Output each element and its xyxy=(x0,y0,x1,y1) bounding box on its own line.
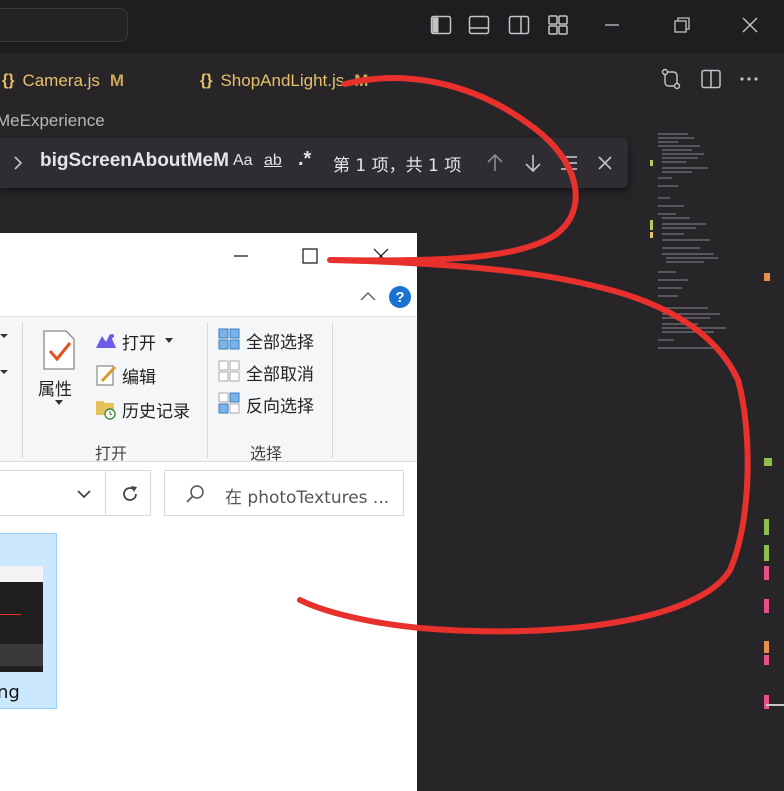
file-name: ng xyxy=(0,682,20,703)
find-in-selection-icon[interactable] xyxy=(557,151,581,175)
editor-tab-bar: {} Camera.js M {} ShopAndLight.js M xyxy=(0,53,784,109)
use-regex-toggle[interactable]: .* xyxy=(298,148,311,174)
dropdown-arrow-icon[interactable] xyxy=(0,367,10,377)
invert-selection-icon xyxy=(218,392,240,414)
match-count: 第 1 项，共 1 项 xyxy=(333,156,462,176)
screen: {} Camera.js M {} ShopAndLight.js M MeEx… xyxy=(0,0,784,791)
properties-button[interactable]: 属性 xyxy=(36,325,84,415)
svg-text:?: ? xyxy=(395,289,404,306)
select-none-icon xyxy=(218,360,240,382)
edit-icon xyxy=(96,365,117,386)
chevron-down-icon[interactable] xyxy=(75,485,93,503)
ribbon-divider xyxy=(332,322,333,458)
vscode-titlebar xyxy=(0,0,784,53)
invert-selection-label: 反向选择 xyxy=(246,397,314,417)
close-window-icon[interactable] xyxy=(368,243,394,269)
chevron-right-icon[interactable] xyxy=(8,152,28,174)
invert-selection-button[interactable]: 反向选择 xyxy=(218,391,328,417)
file-thumbnail xyxy=(0,566,43,672)
edit-button[interactable]: 编辑 xyxy=(94,361,184,389)
thumbnail-header xyxy=(0,566,43,582)
modified-badge: M xyxy=(354,71,369,90)
thumbnail-line xyxy=(0,614,21,615)
history-button[interactable]: 历史记录 xyxy=(94,395,204,423)
ribbon-group-open-label: 打开 xyxy=(95,444,128,463)
refresh-icon[interactable] xyxy=(119,483,141,505)
breadcrumb[interactable]: MeExperience xyxy=(0,111,105,131)
address-bar[interactable] xyxy=(0,470,151,516)
toggle-panel-icon[interactable] xyxy=(468,14,490,36)
file-explorer-window: ? 属性 打开 编辑 历史记录 打开 全部选择 全部取消 反向选择 选择 在 p… xyxy=(0,233,417,791)
tab-shopandlight-js[interactable]: {} ShopAndLight.js M xyxy=(200,69,368,93)
ribbon-divider xyxy=(22,322,23,458)
edit-label: 编辑 xyxy=(122,368,156,388)
minimize-icon[interactable] xyxy=(600,13,624,37)
properties-check-icon xyxy=(43,330,75,370)
select-all-icon xyxy=(218,328,240,350)
search-placeholder: 在 photoTextures ... xyxy=(225,488,390,508)
history-icon xyxy=(96,401,116,420)
command-center[interactable] xyxy=(0,8,128,42)
js-file-icon: {} xyxy=(2,72,15,89)
open-button[interactable]: 打开 xyxy=(94,327,184,355)
search-icon xyxy=(186,485,204,503)
restore-icon[interactable] xyxy=(670,13,694,37)
collapse-ribbon-icon[interactable] xyxy=(356,285,380,309)
help-icon[interactable]: ? xyxy=(388,285,412,309)
modified-badge: M xyxy=(109,71,125,90)
split-editor-icon[interactable] xyxy=(700,68,722,90)
more-actions-icon[interactable] xyxy=(738,68,760,90)
select-all-label: 全部选择 xyxy=(246,333,314,353)
select-all-button[interactable]: 全部选择 xyxy=(218,327,328,353)
arrow-up-icon[interactable] xyxy=(483,151,507,175)
open-changes-icon[interactable] xyxy=(660,68,682,90)
explorer-titlebar xyxy=(0,233,417,283)
close-window-icon[interactable] xyxy=(738,13,762,37)
close-find-icon[interactable] xyxy=(593,151,617,175)
ribbon-group-select-label: 选择 xyxy=(250,444,283,463)
find-widget: bigScreenAboutMeMe Aa ab .* 第 1 项，共 1 项 xyxy=(0,138,628,188)
address-divider xyxy=(105,471,106,515)
history-label: 历史记录 xyxy=(122,402,190,422)
toggle-primary-sidebar-icon[interactable] xyxy=(430,14,452,36)
tab-camera-js[interactable]: {} Camera.js M xyxy=(2,69,124,93)
select-none-label: 全部取消 xyxy=(246,365,314,385)
match-case-toggle[interactable]: Aa xyxy=(233,152,253,178)
file-item[interactable]: ng xyxy=(0,533,57,709)
arrow-down-icon[interactable] xyxy=(521,151,545,175)
js-file-icon: {} xyxy=(200,72,213,89)
select-none-button[interactable]: 全部取消 xyxy=(218,359,328,385)
dropdown-arrow-icon xyxy=(55,400,63,405)
properties-label: 属性 xyxy=(38,380,72,400)
dropdown-arrow-icon xyxy=(165,338,173,343)
tab-label: Camera.js xyxy=(22,71,100,90)
minimize-icon[interactable] xyxy=(228,243,254,269)
toggle-secondary-sidebar-icon[interactable] xyxy=(508,14,530,36)
maximize-icon[interactable] xyxy=(297,243,323,269)
tab-label: ShopAndLight.js xyxy=(220,71,345,90)
find-input[interactable]: bigScreenAboutMeMe xyxy=(40,150,228,176)
ribbon-divider xyxy=(207,322,208,458)
open-with-icon xyxy=(96,334,116,348)
search-box[interactable]: 在 photoTextures ... xyxy=(164,470,404,516)
thumbnail-footer xyxy=(0,644,43,666)
open-label: 打开 xyxy=(122,334,156,354)
match-whole-word-toggle[interactable]: ab xyxy=(264,152,282,178)
ribbon: 属性 打开 编辑 历史记录 打开 全部选择 全部取消 反向选择 选择 xyxy=(0,316,417,463)
overview-ruler[interactable] xyxy=(762,260,784,720)
dropdown-arrow-icon[interactable] xyxy=(0,331,10,341)
customize-layout-icon[interactable] xyxy=(547,14,569,36)
